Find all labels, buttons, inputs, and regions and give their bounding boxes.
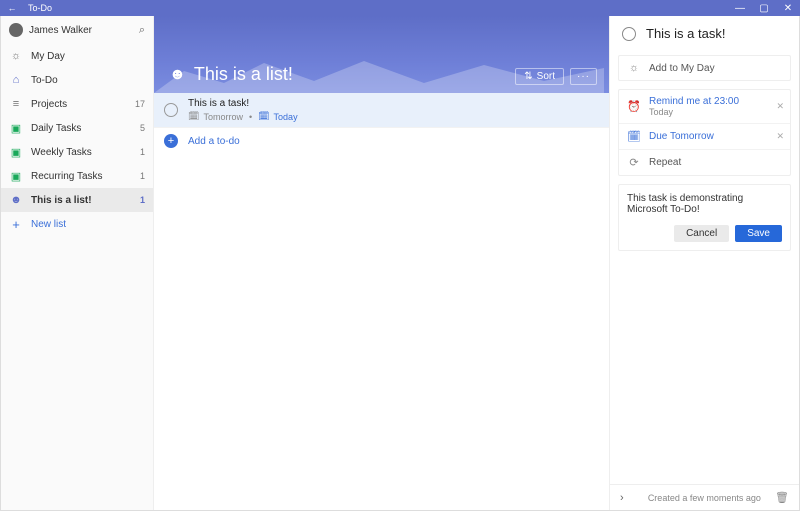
nav-count: 1 bbox=[140, 147, 145, 157]
list-hero: ☻ This is a list! ⇅ Sort ··· bbox=[154, 16, 609, 93]
nav-label: Recurring Tasks bbox=[31, 171, 140, 182]
nav-label: New list bbox=[31, 219, 145, 230]
task-checkbox[interactable] bbox=[622, 27, 636, 41]
nav-count: 17 bbox=[135, 99, 145, 109]
task-row[interactable]: This is a task! 🗓 Tomorrow • 🗓 Today bbox=[154, 93, 609, 128]
smiley-icon: ☻ bbox=[169, 66, 186, 84]
user-row[interactable]: James Walker ⌕ bbox=[1, 16, 153, 44]
sun-icon: ☼ bbox=[627, 62, 641, 74]
list-title[interactable]: ☻ This is a list! bbox=[169, 64, 293, 85]
repeat-icon: ⟳ bbox=[627, 156, 641, 169]
sort-button[interactable]: ⇅ Sort bbox=[515, 68, 564, 85]
details-footer: › Created a few moments ago 🗑 bbox=[610, 484, 799, 510]
close-button[interactable]: ✕ bbox=[776, 3, 800, 14]
nav-to-do[interactable]: ⌂ To-Do bbox=[1, 68, 153, 92]
nav-recurring-tasks[interactable]: ▣ Recurring Tasks 1 bbox=[1, 164, 153, 188]
title-bar: ← To-Do — ▢ ✕ bbox=[0, 0, 800, 16]
details-pane: This is a task! ☼ Add to My Day ⏰ Remind… bbox=[609, 16, 799, 510]
plus-icon: + bbox=[164, 134, 178, 148]
remind-me[interactable]: ⏰ Remind me at 23:00 Today ✕ bbox=[619, 90, 790, 123]
list-title-text: This is a list! bbox=[194, 64, 293, 85]
due-label: Due Tomorrow bbox=[649, 131, 714, 142]
maximize-button[interactable]: ▢ bbox=[752, 3, 776, 14]
minimize-button[interactable]: — bbox=[728, 3, 752, 14]
back-button[interactable]: ← bbox=[0, 3, 24, 13]
nav-label: My Day bbox=[31, 51, 145, 62]
add-to-my-day-label: Add to My Day bbox=[649, 63, 715, 74]
task-list: This is a task! 🗓 Tomorrow • 🗓 Today + A… bbox=[154, 93, 609, 510]
nav-projects[interactable]: ≡ Projects 17 bbox=[1, 92, 153, 116]
nav-count: 1 bbox=[140, 171, 145, 181]
nav-count: 5 bbox=[140, 123, 145, 133]
nav-my-day[interactable]: ☼ My Day bbox=[1, 44, 153, 68]
add-label: Add a to-do bbox=[188, 136, 240, 147]
due-date[interactable]: 🗓 Due Tomorrow ✕ bbox=[619, 123, 790, 149]
calendar-icon: 🗓 bbox=[188, 111, 199, 122]
avatar bbox=[9, 23, 23, 37]
task-title: This is a task! bbox=[188, 98, 599, 109]
sun-icon: ☼ bbox=[9, 49, 23, 63]
created-timestamp: Created a few moments ago bbox=[634, 493, 775, 503]
add-to-my-day[interactable]: ☼ Add to My Day bbox=[619, 56, 790, 80]
save-button[interactable]: Save bbox=[735, 225, 782, 242]
details-header: This is a task! bbox=[610, 16, 799, 51]
plus-icon: + bbox=[9, 217, 23, 231]
task-due: Tomorrow bbox=[203, 112, 243, 122]
calendar-icon: 🗓 bbox=[627, 130, 641, 143]
remind-label: Remind me at 23:00 bbox=[649, 96, 739, 107]
task-meta: 🗓 Tomorrow • 🗓 Today bbox=[188, 111, 599, 122]
remind-sub: Today bbox=[649, 107, 739, 117]
alarm-icon: ⏰ bbox=[627, 100, 641, 113]
app-title: To-Do bbox=[24, 3, 52, 13]
nav-label: Daily Tasks bbox=[31, 123, 140, 134]
note-text[interactable]: This task is demonstrating Microsoft To-… bbox=[627, 193, 782, 215]
task-added: Today bbox=[274, 112, 298, 122]
nav-label: Weekly Tasks bbox=[31, 147, 140, 158]
nav-weekly-tasks[interactable]: ▣ Weekly Tasks 1 bbox=[1, 140, 153, 164]
nav-label: Projects bbox=[31, 99, 135, 110]
sidebar: James Walker ⌕ ☼ My Day ⌂ To-Do ≡ Projec… bbox=[1, 16, 154, 510]
search-icon[interactable]: ⌕ bbox=[139, 24, 145, 37]
nav-label: To-Do bbox=[31, 75, 145, 86]
user-name: James Walker bbox=[29, 25, 139, 36]
nav-count: 1 bbox=[140, 195, 145, 205]
main-pane: ☻ This is a list! ⇅ Sort ··· This is a t… bbox=[154, 16, 609, 510]
more-button[interactable]: ··· bbox=[570, 68, 597, 85]
checkbox-icon: ▣ bbox=[9, 145, 23, 159]
smiley-icon: ☻ bbox=[9, 193, 23, 207]
collapse-details-icon[interactable]: › bbox=[620, 492, 624, 504]
nav-label: This is a list! bbox=[31, 195, 140, 206]
clear-due-icon[interactable]: ✕ bbox=[776, 131, 784, 142]
home-icon: ⌂ bbox=[9, 73, 23, 87]
nav-new-list[interactable]: + New list bbox=[1, 212, 153, 236]
task-checkbox[interactable] bbox=[164, 103, 178, 117]
sort-label: Sort bbox=[537, 71, 555, 82]
checkbox-icon: ▣ bbox=[9, 121, 23, 135]
cancel-button[interactable]: Cancel bbox=[674, 225, 729, 242]
nav-daily-tasks[interactable]: ▣ Daily Tasks 5 bbox=[1, 116, 153, 140]
delete-icon[interactable]: 🗑 bbox=[775, 491, 789, 504]
repeat[interactable]: ⟳ Repeat bbox=[619, 149, 790, 175]
list-icon: ≡ bbox=[9, 97, 23, 111]
repeat-label: Repeat bbox=[649, 157, 681, 168]
details-title[interactable]: This is a task! bbox=[646, 26, 725, 41]
add-todo-input[interactable]: + Add a to-do bbox=[154, 128, 609, 154]
clear-reminder-icon[interactable]: ✕ bbox=[776, 101, 784, 112]
checkbox-icon: ▣ bbox=[9, 169, 23, 183]
sort-icon: ⇅ bbox=[524, 71, 532, 82]
nav-this-is-a-list[interactable]: ☻ This is a list! 1 bbox=[1, 188, 153, 212]
calendar-icon: 🗓 bbox=[258, 111, 269, 122]
note-block: This task is demonstrating Microsoft To-… bbox=[618, 184, 791, 251]
